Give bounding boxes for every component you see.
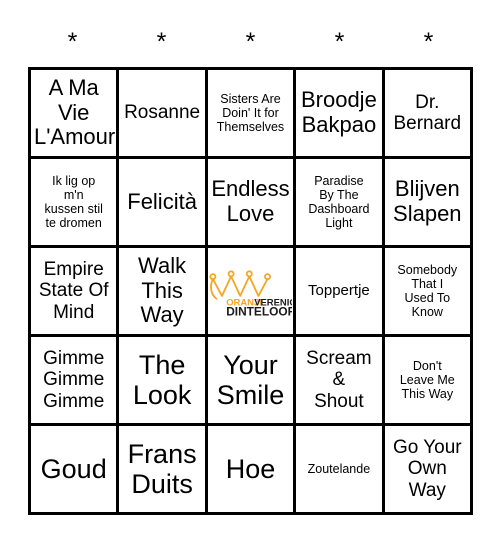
bingo-cell-r1-c5[interactable]: Dr. Bernard [384,70,473,159]
header-mark-4: * [423,27,434,56]
bingo-cell-label: The Look [132,349,192,410]
bingo-cell-r2-c2[interactable]: Felicità [119,159,208,248]
bingo-cell-label: Toppertje [308,281,370,299]
bingo-cell-label: Don't Leave Me This Way [399,359,455,401]
header-mark-0: * [67,27,78,56]
bingo-cell-r4-c5[interactable]: Don't Leave Me This Way [384,337,473,426]
bingo-cell-label: Hoe [225,453,276,484]
bingo-cell-r5-c3[interactable]: Hoe [207,426,297,515]
bingo-cell-r3-c2[interactable]: Walk This Way [119,248,208,337]
bingo-cell-r1-c4[interactable]: Broodje Bakpao [296,70,385,159]
bingo-cell-label: Empire State Of Mind [38,259,109,323]
bingo-cell-label: Blijven Slapen [393,176,462,226]
bingo-cell-label: A Ma Vie L'Amour [34,75,116,150]
bingo-grid: A Ma Vie L'Amour Rosanne Sisters Are Doin'… [28,67,473,515]
bingo-cell-label: Zoutelande [307,462,371,476]
bingo-cell-label: Felicità [127,188,197,214]
bingo-cell-label: Frans Duits [127,438,197,499]
bingo-cell-r2-c3[interactable]: Endless Love [207,159,297,248]
bingo-cell-r1-c3[interactable]: Sisters Are Doin' It for Themselves [207,70,297,159]
bingo-cell-r3-c4[interactable]: Toppertje [296,248,385,337]
bingo-cell-label: Paradise By The Dashboard Light [308,174,370,230]
header-mark-1: * [156,27,167,56]
bingo-cell-label: Gimme Gimme Gimme [43,348,105,412]
bingo-cell-label: Go Your Own Way [392,437,462,501]
bingo-cell-r4-c4[interactable]: Scream & Shout [296,337,385,426]
bingo-cell-label: Endless Love [211,176,290,226]
bingo-cell-label: Ik lig op m'n kussen stil te dromen [44,174,103,230]
bingo-cell-r5-c5[interactable]: Go Your Own Way [384,426,473,515]
bingo-cell-label: Rosanne [124,102,201,124]
bingo-cell-r1-c1[interactable]: A Ma Vie L'Amour [31,70,120,159]
bingo-cell-free-logo[interactable]: ORANJEVERENIGINGDINTELOORD [207,248,297,337]
oranjevereniging-dinteloord-logo: ORANJEVERENIGINGDINTELOORD [209,270,293,318]
bingo-cell-r3-c1[interactable]: Empire State Of Mind [31,248,120,337]
logo-wrapper: ORANJEVERENIGINGDINTELOORD [207,248,294,334]
bingo-cell-label: Walk This Way [138,253,187,328]
bingo-cell-label: Goud [40,453,107,484]
bingo-cell-label: Dr. Bernard [393,91,462,134]
bingo-card: * * * * * A Ma Vie L'Amour Rosanne Sisters… [0,0,501,544]
bingo-cell-r5-c4[interactable]: Zoutelande [296,426,385,515]
bingo-cell-r4-c1[interactable]: Gimme Gimme Gimme [31,337,120,426]
header-mark-2: * [245,27,256,56]
bingo-cell-r1-c2[interactable]: Rosanne [119,70,208,159]
bingo-cell-r2-c5[interactable]: Blijven Slapen [384,159,473,248]
logo-word-dinteloord: DINTELOORD [227,305,293,318]
bingo-cell-label: Scream & Shout [306,348,372,412]
bingo-cell-label: Somebody That I Used To Know [397,263,458,319]
crown-icon [209,270,272,300]
bingo-cell-r2-c4[interactable]: Paradise By The Dashboard Light [296,159,385,248]
bingo-cell-r4-c2[interactable]: The Look [119,337,208,426]
bingo-cell-label: Broodje Bakpao [300,87,377,137]
bingo-cell-r5-c2[interactable]: Frans Duits [119,426,208,515]
bingo-cell-label: Your Smile [216,349,285,410]
bingo-cell-r5-c1[interactable]: Goud [31,426,120,515]
bingo-cell-r4-c3[interactable]: Your Smile [207,337,297,426]
bingo-cell-label: Sisters Are Doin' It for Themselves [216,92,285,134]
bingo-cell-r3-c5[interactable]: Somebody That I Used To Know [384,248,473,337]
header-mark-3: * [334,27,345,56]
bingo-cell-r2-c1[interactable]: Ik lig op m'n kussen stil te dromen [31,159,120,248]
bingo-header-row: * * * * * [28,20,473,64]
